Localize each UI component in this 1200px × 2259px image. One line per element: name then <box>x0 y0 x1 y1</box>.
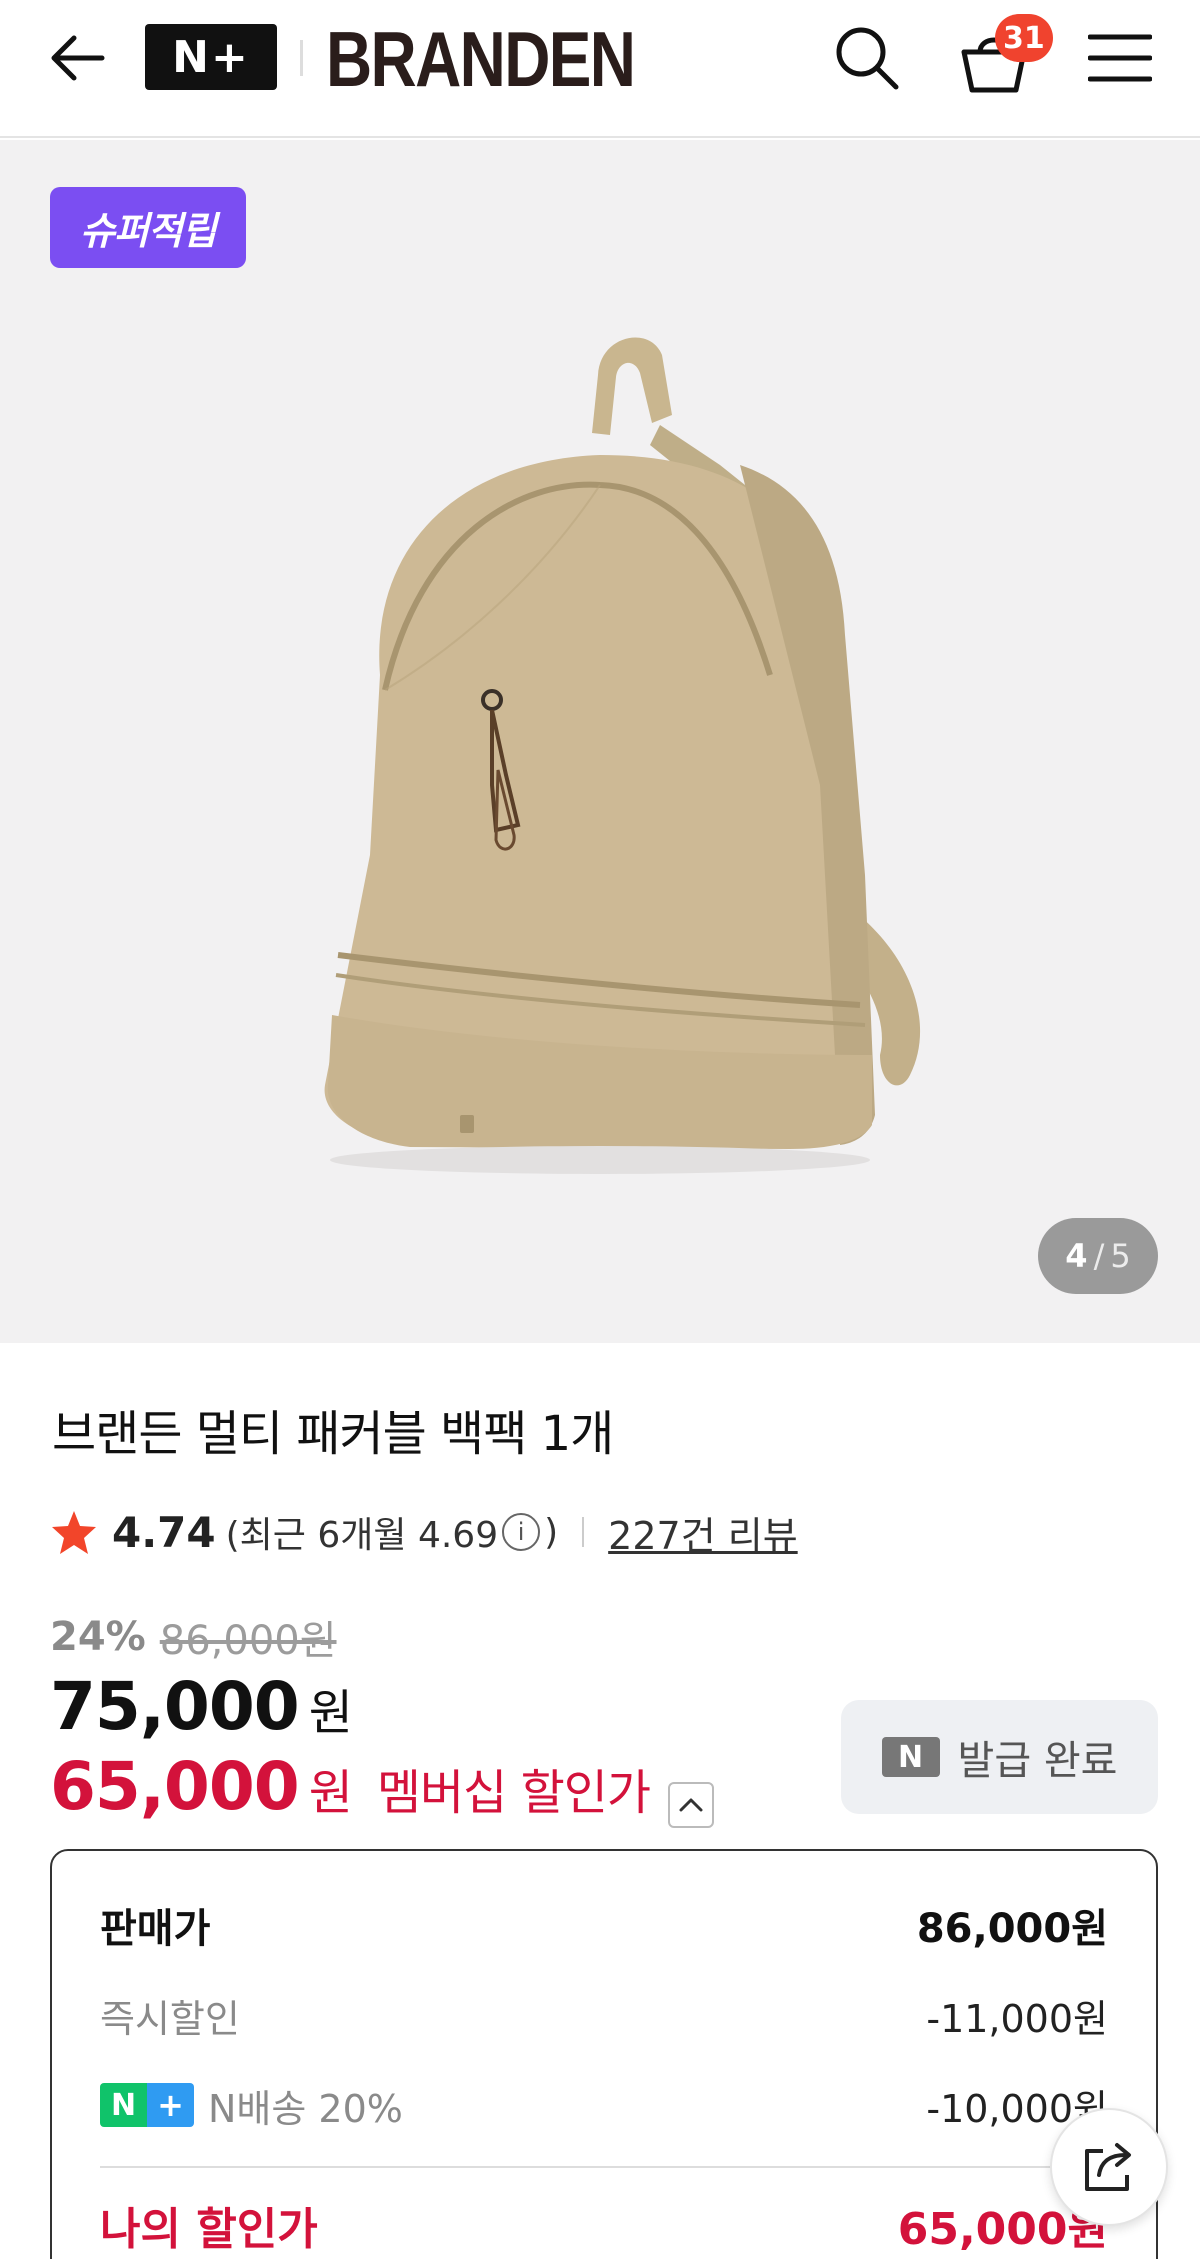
recent-rating: (최근 6개월 4.69 i ) <box>226 1506 559 1558</box>
logo-divider <box>300 40 303 76</box>
cart-count-badge: 31 <box>995 14 1053 62</box>
rating-row: 4.74 (최근 6개월 4.69 i ) 227건 리뷰 <box>50 1500 798 1564</box>
brand-logo[interactable]: BRANDEN <box>326 14 636 104</box>
rating-score: 4.74 <box>112 1507 216 1557</box>
menu-icon <box>1088 34 1152 82</box>
price-row: 75,000 원 <box>50 1668 353 1745</box>
coupon-button-label: 발급 완료 <box>957 1738 1118 1784</box>
sale-price-unit: 원 <box>308 1685 353 1741</box>
back-arrow-icon <box>51 35 105 81</box>
product-backpack-image <box>324 337 921 1174</box>
back-button[interactable] <box>42 26 112 90</box>
share-icon <box>1085 2143 1131 2191</box>
coupon-issued-button[interactable]: N 발급 완료 <box>841 1700 1158 1814</box>
star-icon <box>52 1511 96 1554</box>
search-button[interactable] <box>832 20 902 96</box>
image-page-indicator: 4 / 5 <box>1038 1218 1158 1294</box>
page-total: 5 <box>1110 1237 1131 1275</box>
nplus-chip-plus: + <box>147 2083 194 2127</box>
member-price-unit: 원 <box>308 1765 353 1821</box>
original-price: 86,000원 <box>159 1618 337 1664</box>
product-title: 브랜든 멀티 패커블 백팩 1개 <box>52 1406 614 1462</box>
n-delivery-left: N + N배송 20% <box>100 2078 403 2133</box>
breakdown-divider <box>100 2166 1108 2168</box>
nplus-chip-icon: N + <box>100 2083 194 2127</box>
price-breakdown-box: 판매가 86,000원 즉시할인 -11,000원 N + N배송 20% -1… <box>50 1849 1158 2259</box>
breakdown-sale-price: 판매가 86,000원 <box>100 1895 1108 1955</box>
member-price: 65,000 <box>50 1748 300 1825</box>
member-price-label: 멤버십 할인가 <box>376 1765 651 1821</box>
menu-button[interactable] <box>1084 22 1156 94</box>
instant-discount-value: -11,000원 <box>926 1996 1108 2041</box>
instant-discount-label: 즉시할인 <box>100 1996 240 2041</box>
chevron-up-icon <box>679 1798 703 1812</box>
recent-rating-close: ) <box>544 1511 559 1553</box>
product-image-gallery[interactable]: 슈퍼적립 4 / 5 <box>0 140 1200 1343</box>
naver-n-icon: N <box>881 1737 940 1777</box>
nplus-chip-n: N <box>100 2083 147 2127</box>
sale-price-label: 판매가 <box>100 1906 211 1952</box>
info-icon[interactable]: i <box>502 1513 541 1551</box>
review-count-link[interactable]: 227건 리뷰 <box>608 1505 798 1560</box>
recent-rating-text: (최근 6개월 4.69 <box>225 1515 499 1556</box>
member-price-row: 65,000 원 멤버십 할인가 <box>50 1748 715 1828</box>
breakdown-n-delivery: N + N배송 20% -10,000원 <box>100 2075 1108 2135</box>
n-delivery-label: N배송 20% <box>208 2086 403 2131</box>
sale-price-value: 86,000원 <box>916 1906 1108 1952</box>
super-reward-badge: 슈퍼적립 <box>50 187 246 268</box>
rating-divider <box>582 1517 585 1547</box>
top-header: N+ BRANDEN 31 <box>0 0 1200 138</box>
search-icon <box>836 27 899 90</box>
sale-price: 75,000 <box>50 1668 300 1745</box>
nplus-logo[interactable]: N+ <box>145 24 277 90</box>
discount-percent: 24% <box>50 1614 146 1660</box>
page-separator: / <box>1093 1237 1105 1275</box>
breakdown-my-price: 나의 할인가 65,000원 <box>100 2195 1108 2255</box>
page-current: 4 <box>1065 1237 1088 1275</box>
my-price-label: 나의 할인가 <box>100 2204 318 2255</box>
breakdown-instant-discount: 즉시할인 -11,000원 <box>100 1985 1108 2045</box>
discount-row: 24% 86,000원 <box>50 1608 337 1666</box>
share-button[interactable] <box>1050 2108 1168 2226</box>
cart-button[interactable]: 31 <box>956 14 1053 98</box>
price-detail-toggle[interactable] <box>668 1782 715 1828</box>
